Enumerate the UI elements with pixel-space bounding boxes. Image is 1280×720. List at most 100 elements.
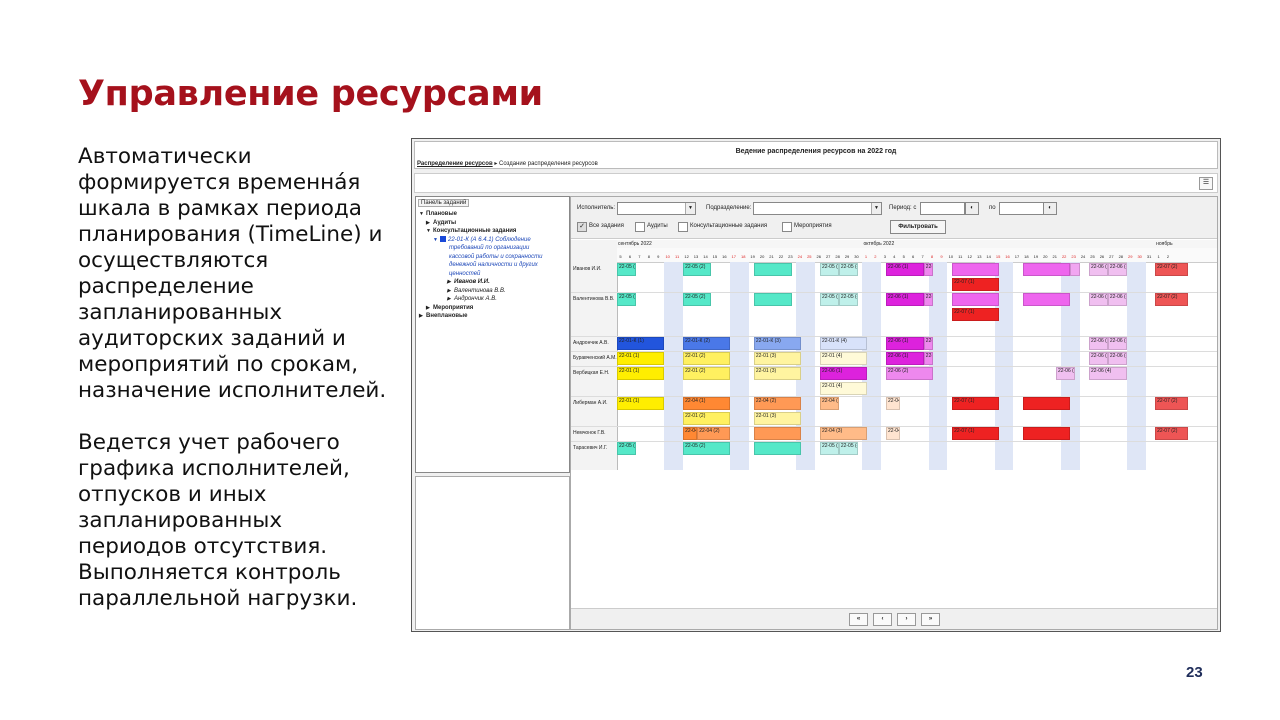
task-bar[interactable]: 22-05 (2)	[683, 442, 731, 455]
task-bar[interactable]	[1022, 397, 1071, 410]
tree-node-events[interactable]: ▶ Мероприятия	[419, 304, 567, 313]
task-bar[interactable]: 22-04 (3)	[819, 427, 868, 440]
task-bar[interactable]: 22-06 (4)	[1107, 263, 1127, 276]
caret-right-icon[interactable]: ▶	[419, 312, 426, 321]
last-page-button[interactable]: »	[921, 613, 940, 626]
task-bar[interactable]	[753, 427, 802, 440]
period-from-input[interactable]	[920, 202, 965, 215]
tree-person[interactable]: ▶ Валентинова В.В.	[419, 287, 567, 296]
task-bar[interactable]: 22-01 (4)	[819, 382, 868, 395]
events-checkbox[interactable]	[782, 222, 792, 232]
task-bar[interactable]: 22-04 (4)	[886, 397, 901, 410]
task-bar[interactable]: 22-01-К (1)	[617, 337, 665, 350]
task-bar[interactable]: 22-0	[923, 263, 934, 276]
task-bar[interactable]: 22-0	[923, 352, 934, 365]
task-bar[interactable]	[753, 442, 802, 455]
task-bar[interactable]: 22-01-К (3)	[753, 337, 802, 350]
task-bar[interactable]: 22-01-К (2)	[683, 337, 731, 350]
task-bar[interactable]: 22-04 (4)	[886, 427, 901, 440]
task-bar[interactable]: 22-0	[923, 293, 934, 306]
task-bar[interactable]: 22-05 (1)	[617, 293, 636, 306]
first-page-button[interactable]: «	[849, 613, 868, 626]
task-bar[interactable]: 22-01 (1)	[617, 367, 665, 380]
task-bar[interactable]: 22-06 (3)	[1089, 337, 1108, 350]
task-bar[interactable]: 22-06 (4)	[1107, 352, 1127, 365]
caret-right-icon[interactable]: ▶	[426, 304, 433, 313]
task-bar[interactable]	[1070, 263, 1080, 276]
task-bar[interactable]: 22-01 (4)	[819, 352, 868, 365]
task-bar[interactable]: 22-06 (1)	[886, 293, 924, 306]
list-icon[interactable]: ☰	[1199, 177, 1213, 190]
task-bar[interactable]	[753, 263, 792, 276]
tree-node-task[interactable]: ▼ 22-01-К (А 6.4.1) Соблюдение	[419, 235, 567, 245]
task-bar[interactable]: 22-06 (4)	[1107, 337, 1127, 350]
task-bar[interactable]: 22-05 (1)	[617, 442, 636, 455]
task-bar[interactable]: 22-06 (4)	[1089, 367, 1127, 380]
task-bar[interactable]	[952, 293, 1000, 306]
task-bar[interactable]: 22-04 (1)	[683, 397, 731, 410]
executor-select[interactable]: ▼	[617, 202, 696, 215]
task-bar[interactable]: 22-05 (1)	[617, 263, 636, 276]
task-bar[interactable]: 22-07 (2)	[1155, 427, 1189, 440]
task-bar[interactable]: 22-06 (2)	[886, 367, 934, 380]
task-bar[interactable]: 22-05 (3)	[819, 263, 839, 276]
task-bar[interactable]: 22-01 (3)	[753, 412, 802, 425]
tree-node-consult[interactable]: ▼ Консультационные задания	[419, 227, 567, 236]
task-bar[interactable]	[1022, 263, 1071, 276]
task-bar[interactable]: 22-07 (1)	[952, 308, 1000, 321]
task-bar[interactable]: 22-01 (1)	[617, 352, 665, 365]
task-bar[interactable]	[1022, 293, 1071, 306]
task-bar[interactable]: 22-01 (2)	[683, 352, 731, 365]
task-bar[interactable]: 22-04 (2)	[753, 397, 802, 410]
all-tasks-checkbox[interactable]: ✓	[577, 222, 587, 232]
task-bar[interactable]: 22-01 (2)	[683, 412, 731, 425]
period-to-input[interactable]	[999, 202, 1044, 215]
task-bar[interactable]: 22-01 (2)	[683, 367, 731, 380]
task-bar[interactable]: 22-06 (4)	[1107, 293, 1127, 306]
task-bar[interactable]: 22-01 (3)	[753, 367, 802, 380]
task-bar[interactable]: 22-06 (3)	[1055, 367, 1075, 380]
task-bar[interactable]: 22-01 (3)	[753, 352, 802, 365]
prev-page-button[interactable]: ‹	[873, 613, 892, 626]
task-bar[interactable]: 22-06 (3)	[1089, 352, 1108, 365]
task-bar[interactable]: 22-07 (1)	[952, 427, 1000, 440]
task-bar[interactable]: 22-05 (4)	[838, 442, 858, 455]
caret-down-icon[interactable]: ▼	[419, 210, 426, 219]
tree-person[interactable]: ▶ Иванов И.И.	[419, 278, 567, 287]
task-bar[interactable]: 22-06 (1)	[886, 263, 924, 276]
task-bar[interactable]: 22-07 (2)	[1155, 293, 1189, 306]
tree-node-planned[interactable]: ▼ Плановые	[419, 210, 567, 219]
task-bar[interactable]: 22-07 (1)	[952, 278, 1000, 291]
caret-right-icon[interactable]: ▶	[426, 219, 433, 228]
task-bar[interactable]	[952, 263, 1000, 276]
task-bar[interactable]: 22-04 (2)	[697, 427, 731, 440]
task-bar[interactable]	[1022, 427, 1071, 440]
task-bar[interactable]	[753, 293, 792, 306]
task-bar[interactable]: 22-06 (1)	[886, 352, 924, 365]
task-bar[interactable]: 22-05 (4)	[838, 293, 858, 306]
audits-checkbox[interactable]	[635, 222, 645, 232]
tree-node-audits[interactable]: ▶ Аудиты	[419, 219, 567, 228]
task-bar[interactable]: 22-05 (3)	[819, 442, 839, 455]
task-bar[interactable]: 22-01-К (4)	[819, 337, 868, 350]
dept-select[interactable]: ▼	[753, 202, 882, 215]
task-bar[interactable]: 22-07 (2)	[1155, 397, 1189, 410]
task-bar[interactable]: 22-07 (1)	[952, 397, 1000, 410]
consult-checkbox[interactable]	[678, 222, 688, 232]
task-bar[interactable]: 22-06 (1)	[886, 337, 924, 350]
tree-person[interactable]: ▶ Андрончик А.В.	[419, 295, 567, 304]
task-bar[interactable]: 22-05 (2)	[683, 263, 712, 276]
task-bar[interactable]: 22-06 (3)	[1089, 263, 1108, 276]
task-bar[interactable]: 22-07 (2)	[1155, 263, 1189, 276]
caret-down-icon[interactable]: ▼	[426, 227, 433, 236]
task-bar[interactable]: 22-01 (1)	[617, 397, 665, 410]
task-bar[interactable]: 22-05 (3)	[819, 293, 839, 306]
eraser-icon[interactable]: ◐	[965, 202, 979, 215]
breadcrumb-link[interactable]: Распределение ресурсов	[417, 161, 493, 167]
chevron-down-icon[interactable]: ▼	[871, 203, 881, 214]
task-bar[interactable]: 22-06 (3)	[1089, 293, 1108, 306]
tree-node-unplanned[interactable]: ▶ Внеплановые	[419, 312, 567, 321]
next-page-button[interactable]: ›	[897, 613, 916, 626]
caret-down-icon[interactable]: ▼	[433, 236, 440, 245]
task-bar[interactable]: 22-05 (2)	[683, 293, 712, 306]
